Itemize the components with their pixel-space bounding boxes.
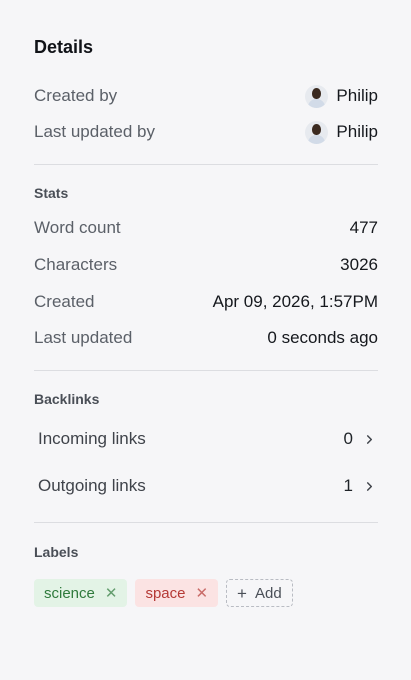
created-by-name: Philip [336,86,378,105]
add-label-button[interactable]: + Add [226,579,293,607]
backlinks-title: Backlinks [34,391,100,407]
labels-list: science ✕ space ✕ + Add [34,579,293,607]
chevron-right-icon [366,434,373,444]
add-label-text: Add [254,584,282,602]
label-chip-space[interactable]: space ✕ [135,579,219,607]
incoming-links-label: Incoming links [38,429,146,448]
label-chip-text: science [44,584,95,602]
created-by-label: Created by [34,86,118,105]
stat-row-word-count: Word count 477 [34,216,378,240]
stat-value: 477 [349,218,378,237]
stat-label: Characters [34,255,118,274]
label-chip-text: space [145,584,186,602]
stat-label: Word count [34,218,121,237]
outgoing-links-count: 1 [343,476,353,495]
details-title: Details [34,37,94,57]
stat-row-created: Created Apr 09, 2026, 1:57PM [34,290,378,314]
stat-value: 3026 [340,255,378,274]
stat-label: Created [34,292,95,311]
created-by-row: Created by Philip [34,84,378,108]
last-updated-by-row: Last updated by Philip [34,120,378,144]
incoming-links-row[interactable]: Incoming links 0 [34,420,378,458]
stat-row-characters: Characters 3026 [34,253,378,277]
labels-title: Labels [34,544,79,560]
last-updated-by-user[interactable]: Philip [305,120,378,144]
stat-row-last-updated: Last updated 0 seconds ago [34,326,378,350]
outgoing-links-row[interactable]: Outgoing links 1 [34,467,378,505]
label-chip-science[interactable]: science ✕ [34,579,128,607]
last-updated-by-label: Last updated by [34,122,155,141]
created-by-user[interactable]: Philip [305,84,378,108]
divider [34,370,378,371]
outgoing-links-label: Outgoing links [38,476,146,495]
stats-title: Stats [34,185,69,201]
remove-label-icon[interactable]: ✕ [195,584,208,602]
incoming-links-count: 0 [343,429,353,448]
avatar [305,84,329,108]
stat-label: Last updated [34,328,133,347]
stat-value: 0 seconds ago [267,328,378,347]
remove-label-icon[interactable]: ✕ [105,584,118,602]
plus-icon: + [237,583,247,603]
chevron-right-icon [366,481,373,491]
divider [34,164,378,165]
last-updated-by-name: Philip [336,122,378,141]
divider [34,522,378,523]
details-panel: Details Created by Philip Last updated b… [0,0,411,680]
avatar [305,120,329,144]
stat-value: Apr 09, 2026, 1:57PM [212,292,378,311]
